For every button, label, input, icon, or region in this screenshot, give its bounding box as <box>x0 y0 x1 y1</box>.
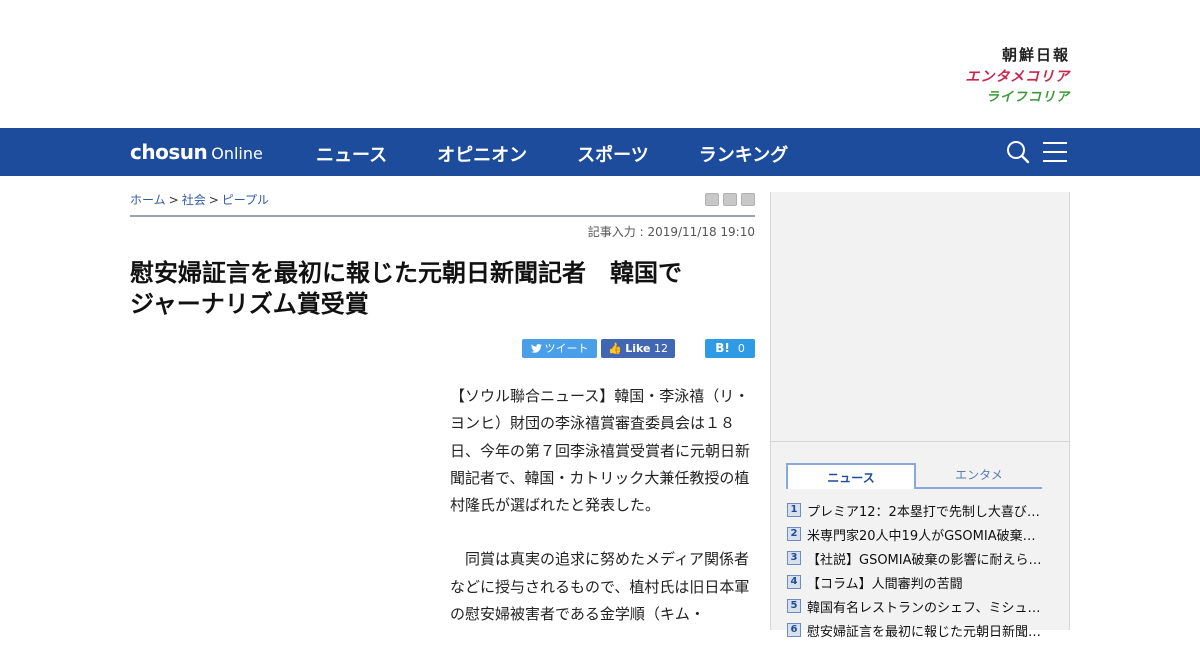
sidebar: ニュース エンタメ 1 プレミア12：2本塁打で先制し大喜び… 2 米専門家20人中… <box>770 192 1070 640</box>
tab-news[interactable]: ニュース <box>786 463 916 489</box>
rank-number-badge: 1 <box>787 503 801 517</box>
breadcrumb: ホーム > 社会 > ピープル <box>130 191 269 208</box>
chosun-online-logo[interactable]: chosun Online <box>130 140 263 164</box>
hatena-count: 0 <box>737 342 745 355</box>
hatena-label: B! <box>715 341 730 355</box>
ranking-item[interactable]: 1 プレミア12：2本塁打で先制し大喜び… <box>787 498 1047 522</box>
tweet-label: ツイート <box>544 342 589 355</box>
article-date: 記事入力 : 2019/11/18 19:10 <box>587 225 755 239</box>
tweet-button[interactable]: ツイート <box>522 339 597 358</box>
rank-number-badge: 6 <box>787 623 801 637</box>
brand-logos: 朝鮮日報 エンタメコリア ライフコリア <box>965 44 1070 105</box>
article-paragraph: 同賞は真実の追求に努めたメディア関係者などに授与されるもので、植村氏は旧日本軍の… <box>450 550 750 624</box>
ranking-tabs: ニュース エンタメ <box>786 463 1042 489</box>
main-nav: chosun Online ニュース オピニオン スポーツ ランキング <box>0 128 1200 176</box>
life-korea-logo[interactable]: ライフコリア <box>965 86 1070 105</box>
nav-item-ranking[interactable]: ランキング <box>699 141 788 167</box>
nav-menu-items: ニュース オピニオン スポーツ ランキング <box>316 141 838 167</box>
rank-number-badge: 5 <box>787 599 801 613</box>
breadcrumb-society[interactable]: 社会 <box>182 193 206 207</box>
breadcrumb-home[interactable]: ホーム <box>130 193 166 207</box>
entame-korea-logo[interactable]: エンタメコリア <box>965 66 1070 86</box>
logo-light-text: Online <box>211 144 263 163</box>
article-main: ホーム > 社会 > ピープル 記事入力 : 2019/11/18 19:10 慰安婦証… <box>130 176 755 630</box>
thumbs-up-icon: 👍 <box>608 342 622 355</box>
logo-bold-text: chosun <box>130 140 208 164</box>
hamburger-menu-icon[interactable] <box>1043 141 1067 163</box>
back-icon[interactable] <box>741 193 755 206</box>
ranking-item[interactable]: 2 米専門家20人中19人がGSOMIA破棄反… <box>787 522 1047 546</box>
site-header: 朝鮮日報 エンタメコリア ライフコリア <box>0 0 1200 128</box>
rank-number-badge: 2 <box>787 527 801 541</box>
like-label: Like <box>625 342 651 355</box>
ranking-item[interactable]: 3 【社説】GSOMIA破棄の影響に耐えら… <box>787 546 1047 570</box>
headline-line-2: ジャーナリズム賞受賞 <box>130 290 369 318</box>
rank-number-badge: 3 <box>787 551 801 565</box>
facebook-like-button[interactable]: 👍 Like 12 <box>601 339 675 358</box>
ranking-title: 【社説】GSOMIA破棄の影響に耐えら… <box>807 552 1042 568</box>
ranking-list: 1 プレミア12：2本塁打で先制し大喜び… 2 米専門家20人中19人がGSOMIA… <box>787 498 1047 642</box>
search-icon[interactable] <box>1006 140 1030 164</box>
breadcrumb-people[interactable]: ピープル <box>222 193 269 207</box>
nav-item-sports[interactable]: スポーツ <box>577 141 649 167</box>
ranking-box: ニュース エンタメ 1 プレミア12：2本塁打で先制し大喜び… 2 米専門家20人中… <box>771 442 1069 640</box>
ranking-title: 慰安婦証言を最初に報じた元朝日新聞… <box>807 624 1042 640</box>
article-body: 【ソウル聯合ニュース】韓国・李泳禧（リ・ヨンヒ）財団の李泳禧賞審査委員会は１８日… <box>450 383 755 655</box>
ad-slot <box>771 192 1069 442</box>
article-tools <box>705 193 755 206</box>
breadcrumb-separator: > <box>168 193 179 207</box>
headline-line-1: 慰安婦証言を最初に報じた元朝日新聞記者 韓国で <box>130 259 682 287</box>
text-size-icon[interactable] <box>723 193 737 206</box>
ranking-item[interactable]: 6 慰安婦証言を最初に報じた元朝日新聞… <box>787 618 1047 642</box>
ranking-title: 韓国有名レストランのシェフ、ミシュ… <box>807 600 1041 616</box>
chosun-ilbo-logo[interactable]: 朝鮮日報 <box>965 44 1070 64</box>
nav-item-opinion[interactable]: オピニオン <box>437 141 527 167</box>
ranking-item[interactable]: 5 韓国有名レストランのシェフ、ミシュ… <box>787 594 1047 618</box>
ranking-title: 米専門家20人中19人がGSOMIA破棄反… <box>807 528 1045 544</box>
tab-entame[interactable]: エンタメ <box>916 463 1042 489</box>
article-headline: 慰安婦証言を最初に報じた元朝日新聞記者 韓国で ジャーナリズム賞受賞 <box>130 258 755 320</box>
header-divider <box>130 215 755 217</box>
breadcrumb-separator: > <box>208 193 219 207</box>
hatena-bookmark-button[interactable]: B! 0 <box>705 339 755 358</box>
twitter-bird-icon <box>530 344 542 353</box>
article-paragraph: 【ソウル聯合ニュース】韓国・李泳禧（リ・ヨンヒ）財団の李泳禧賞審査委員会は１８日… <box>450 387 751 515</box>
like-count: 12 <box>653 342 668 355</box>
share-buttons: ツイート 👍 Like 12 B! 0 <box>130 339 755 359</box>
rank-number-badge: 4 <box>787 575 801 589</box>
nav-item-news[interactable]: ニュース <box>316 141 387 167</box>
print-icon[interactable] <box>705 193 719 206</box>
ranking-title: 【コラム】人間審判の苦闘 <box>807 576 963 592</box>
ranking-item[interactable]: 4 【コラム】人間審判の苦闘 <box>787 570 1047 594</box>
ranking-title: プレミア12：2本塁打で先制し大喜び… <box>807 504 1040 520</box>
